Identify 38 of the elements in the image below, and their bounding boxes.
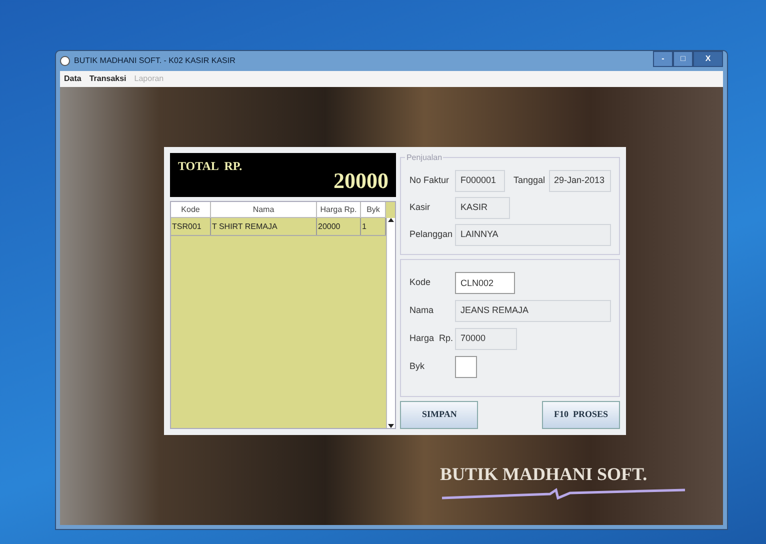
brand-text: BUTIK MADHANI SOFT. — [440, 463, 648, 486]
app-icon — [60, 56, 70, 66]
field-label: Kasir — [409, 201, 431, 214]
field-label: Kode — [409, 276, 432, 290]
column-header[interactable]: Nama — [211, 202, 317, 218]
field-label: Harga Rp. — [409, 332, 452, 346]
name-field: JEANS REMAJA — [455, 300, 611, 322]
field-label: No Faktur — [409, 174, 450, 188]
save-button[interactable]: SIMPAN — [400, 401, 478, 429]
total-amount: 20000 — [333, 167, 388, 195]
scroll-up-icon[interactable] — [388, 218, 394, 222]
faktur-field: F000001 — [455, 170, 506, 192]
table-cell: 20000 — [317, 218, 361, 235]
menu-item[interactable]: Transaksi — [89, 73, 126, 85]
field-label: Byk — [409, 360, 426, 374]
field-label: Tanggal — [513, 174, 545, 188]
signature-line-icon — [440, 488, 685, 502]
table-cell: T SHIRT REMAJA — [211, 218, 317, 235]
scroll-down-icon[interactable] — [388, 424, 394, 428]
date-field: 29-Jan-2013 — [549, 170, 611, 192]
close-button[interactable]: X — [693, 51, 723, 67]
quantity-input[interactable] — [455, 356, 478, 378]
column-header[interactable]: Harga Rp. — [317, 202, 361, 218]
table-cell: TSR001 — [171, 218, 211, 235]
code-input[interactable]: CLN002 — [455, 272, 516, 294]
scrollbar[interactable] — [386, 218, 396, 428]
menu-item[interactable]: Data — [64, 73, 82, 85]
window-title: BUTIK MADHANI SOFT. - K02 KASIR KASIR — [74, 55, 236, 67]
process-button[interactable]: F10 PROSES — [542, 401, 620, 429]
field-label: Nama — [409, 304, 434, 318]
cashier-field: KASIR — [455, 197, 510, 219]
customer-field: LAINNYA — [455, 224, 611, 246]
column-header[interactable]: Byk — [361, 202, 386, 218]
column-header[interactable]: Kode — [171, 202, 211, 218]
field-label: Pelanggan — [409, 228, 452, 242]
price-field: 70000 — [455, 328, 518, 350]
group-title: Penjualan — [405, 152, 444, 164]
total-label: TOTAL RP. — [178, 158, 242, 175]
